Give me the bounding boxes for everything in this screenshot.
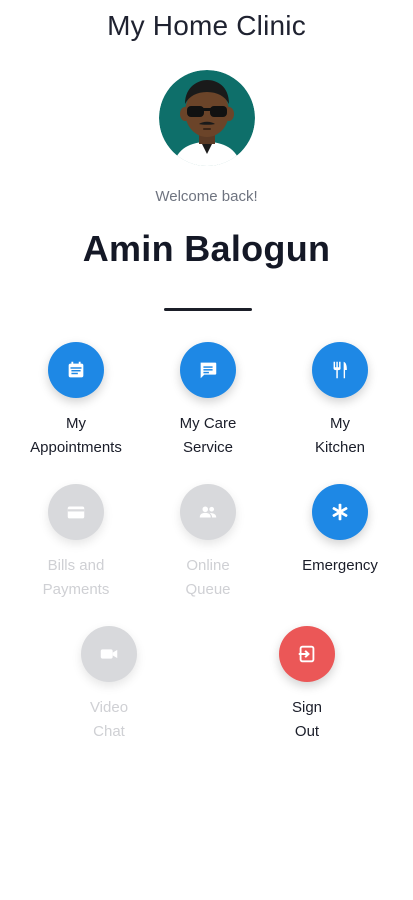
my-appointments-label-2: Appointments (30, 439, 122, 456)
my-appointments-label-1: My (66, 415, 86, 432)
my-kitchen-button[interactable]: My Kitchen (275, 342, 405, 460)
my-kitchen-label-1: My (330, 415, 350, 432)
my-kitchen-label-2: Kitchen (314, 439, 366, 456)
video-camera-icon[interactable] (81, 626, 137, 682)
welcome-text: Welcome back! (155, 188, 258, 205)
sign-out-icon[interactable] (279, 626, 335, 682)
bills-and-payments-label-2: Payments (42, 581, 110, 598)
online-queue-button[interactable]: Online Queue (143, 484, 273, 602)
emergency-button[interactable]: Emergency (275, 484, 405, 578)
bills-and-payments-button[interactable]: Bills and Payments (11, 484, 141, 602)
my-appointments-button[interactable]: My Appointments (11, 342, 141, 460)
online-queue-label-2: Queue (185, 581, 231, 598)
emergency-label: Emergency (302, 557, 378, 574)
chat-message-icon[interactable] (180, 342, 236, 398)
divider (164, 308, 252, 311)
sign-out-label-2: Out (294, 723, 320, 740)
bills-and-payments-label-1: Bills and (47, 557, 105, 574)
my-care-service-button[interactable]: My Care Service (143, 342, 273, 460)
app-title: My Home Clinic (107, 10, 306, 41)
credit-card-icon[interactable] (48, 484, 104, 540)
video-chat-button[interactable]: Video Chat (44, 626, 174, 744)
video-chat-label-1: Video (89, 699, 129, 716)
sign-out-label-1: Sign (291, 699, 323, 716)
restaurant-icon[interactable] (312, 342, 368, 398)
user-name: Amin Balogun (82, 228, 331, 269)
my-care-service-label-2: Service (182, 439, 234, 456)
asterisk-icon[interactable] (312, 484, 368, 540)
sign-out-button[interactable]: Sign Out (242, 626, 372, 744)
video-chat-label-2: Chat (93, 723, 125, 740)
user-avatar-icon (159, 70, 255, 166)
online-queue-label-1: Online (186, 557, 230, 574)
people-icon[interactable] (180, 484, 236, 540)
calendar-icon[interactable] (48, 342, 104, 398)
my-care-service-label-1: My Care (179, 415, 237, 432)
